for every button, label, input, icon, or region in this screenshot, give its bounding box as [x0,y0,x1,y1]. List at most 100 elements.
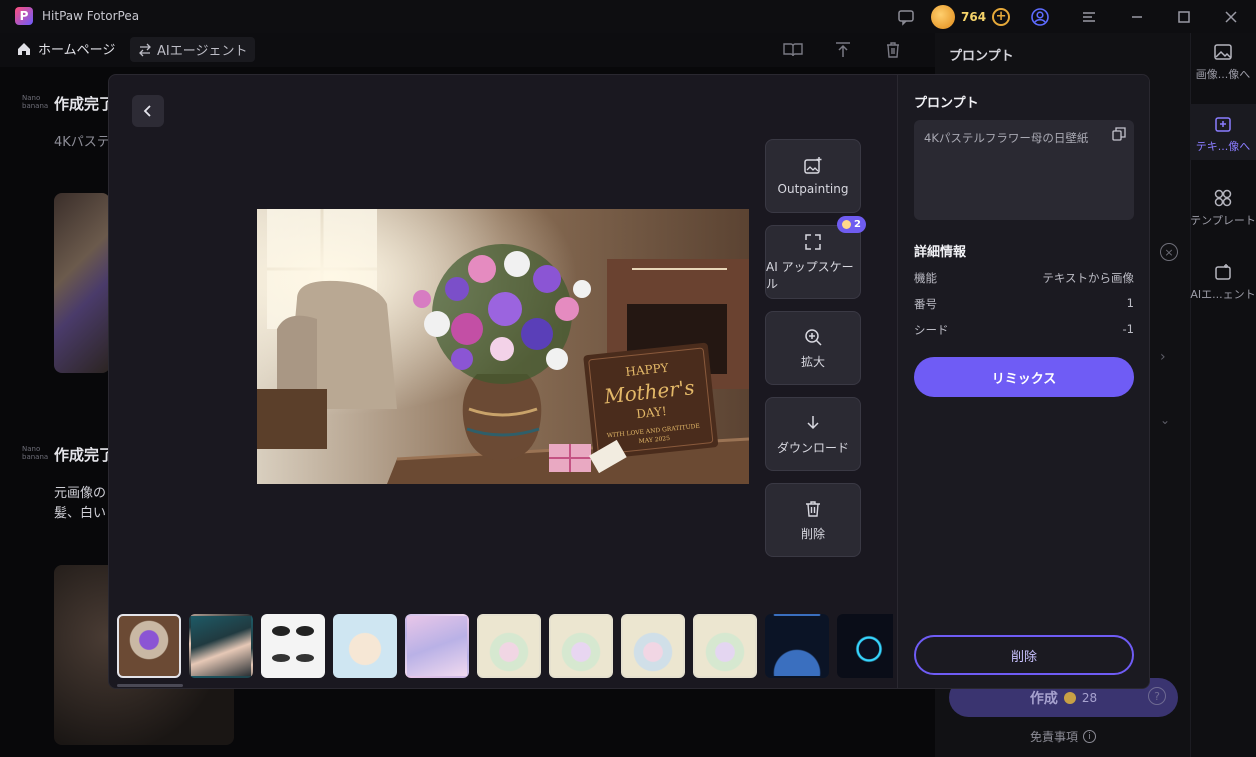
home-button[interactable]: ホームページ [16,39,115,58]
thumbnail-glowing-planet[interactable] [837,614,893,678]
swap-icon [139,43,151,56]
thumbnail-scrollbar[interactable] [117,684,183,687]
title-bar: P HitPaw FotorPea 764 + [0,0,1256,33]
home-label: ホームページ [38,43,116,58]
chevron-down-icon[interactable]: ⌄ [1160,413,1170,427]
thumbnail-easter-eggs-1[interactable] [477,614,541,678]
outpainting-label: Outpainting [777,182,849,196]
section1-text: 4Kパステ [54,135,110,150]
model-logo: Nano banana [22,445,49,461]
details-panel: プロンプト 4Kパステルフラワー母の日壁紙 詳細情報 機能 テキストから画像 番… [897,75,1149,688]
delete-action-label: 削除 [800,526,825,541]
thumbnail-puppy[interactable] [333,614,397,678]
add-credits-icon[interactable]: + [992,7,1011,26]
thumbnail-easter-eggs-4[interactable] [693,614,757,678]
trash-icon [806,500,820,517]
trash-icon[interactable] [882,39,904,61]
template-icon [1214,189,1232,207]
thumbnail-strip [117,614,893,680]
coin-icon [842,220,851,229]
download-label: ダウンロード [776,440,849,455]
chevron-right-icon[interactable]: › [1160,349,1166,365]
ai-upscale-label: AI アップスケール [766,260,854,291]
back-button[interactable] [132,95,164,127]
zoom-button[interactable]: 拡大 [765,311,861,385]
download-icon [807,415,819,429]
ai-upscale-button[interactable]: AI アップスケール [765,225,861,299]
account-icon[interactable] [1029,6,1051,28]
menu-icon[interactable] [1078,6,1100,28]
expand-icon [805,234,821,250]
delete-action-button[interactable]: 削除 [765,483,861,557]
rail-item-label: テンプレート [1190,214,1256,227]
app-title: HitPaw FotorPea [42,9,140,23]
model-logo: Nano banana [22,94,49,110]
upscale-cost-badge: 2 [837,216,866,233]
detail-key: シード [914,323,949,337]
thumbnail-woman-portrait[interactable] [189,614,253,678]
help-icon[interactable]: ? [1148,687,1166,705]
section2-line2: 髪、白い [54,506,107,521]
thumbnail-flower-vase[interactable] [117,614,181,678]
nav-bar: ホームページ AIエージェント [0,33,935,67]
ai-agent-button[interactable]: AIエージェント [130,37,256,62]
prompt-panel-title: プロンプト [949,49,1014,64]
history-thumbnail[interactable] [54,193,110,373]
section2-title: 作成完了 [54,446,115,464]
prompt-box: 4Kパステルフラワー母の日壁紙 [914,120,1134,220]
rail-item-ai-agent[interactable]: AIエ...ェント [1190,262,1256,302]
remix-button[interactable]: リミックス [914,357,1134,397]
text-image-icon [1215,117,1231,132]
info-icon: i [1083,730,1097,743]
section1-title: 作成完了 [54,95,115,113]
download-button[interactable]: ダウンロード [765,397,861,471]
image-icon [1214,44,1232,60]
thumbnail-earth-night[interactable] [765,614,829,678]
details-title: 詳細情報 [914,245,967,260]
delete-button[interactable]: 削除 [914,635,1134,675]
copy-icon[interactable] [1112,127,1126,141]
thumbnail-easter-eggs-3[interactable] [621,614,685,678]
outpainting-button[interactable]: Outpainting [765,139,861,213]
detail-value: テキストから画像 [1042,271,1134,285]
minimize-icon[interactable] [1126,6,1148,28]
disclaimer-link[interactable]: 免責事項 i [1030,728,1097,745]
detail-row-number: 番号 1 [914,296,1134,312]
rail-item-label: 画像...像へ [1195,68,1251,81]
thumbnail-easter-eggs-2[interactable] [549,614,613,678]
credit-indicator[interactable]: 764 + [931,4,1011,29]
rail-item-label: AIエ...ェント [1190,288,1256,301]
detail-key: 番号 [914,297,937,311]
agent-icon [1215,264,1231,280]
detail-key: 機能 [914,271,937,285]
prompt-title: プロンプト [914,96,979,111]
outpainting-icon [804,157,822,174]
rail-item-image-to-image[interactable]: 画像...像へ [1190,42,1256,82]
thumbnail-anime-eyes[interactable] [261,614,325,678]
disclaimer-label: 免責事項 [1030,730,1079,744]
upload-icon[interactable] [832,39,854,61]
preview-image: HAPPY Mother's DAY! WITH LOVE AND GRATIT… [257,209,749,484]
coin-icon [1063,691,1076,704]
detail-row-feature: 機能 テキストから画像 [914,270,1134,286]
credit-count: 764 [961,9,987,24]
message-icon[interactable] [895,6,917,28]
maximize-icon[interactable] [1173,6,1195,28]
thumbnail-anime-girl[interactable] [405,614,469,678]
section2-line1: 元画像の [54,486,107,501]
create-label: 作成 [1029,690,1058,707]
prompt-text: 4Kパステルフラワー母の日壁紙 [924,131,1089,145]
detail-value: -1 [1122,322,1134,336]
rail-item-templates[interactable]: テンプレート [1190,188,1256,228]
coin-icon [931,4,955,29]
clear-icon[interactable]: × [1160,243,1178,261]
book-icon[interactable] [782,39,804,61]
zoom-label: 拡大 [800,354,825,369]
rail-item-text-to-image[interactable]: テキ...像へ [1190,104,1256,160]
chevron-left-icon [143,105,151,117]
close-icon[interactable] [1220,6,1242,28]
home-icon [18,42,30,55]
detail-row-seed: シード -1 [914,322,1134,338]
zoom-in-icon [805,328,822,346]
app-logo-icon: P [15,7,33,25]
